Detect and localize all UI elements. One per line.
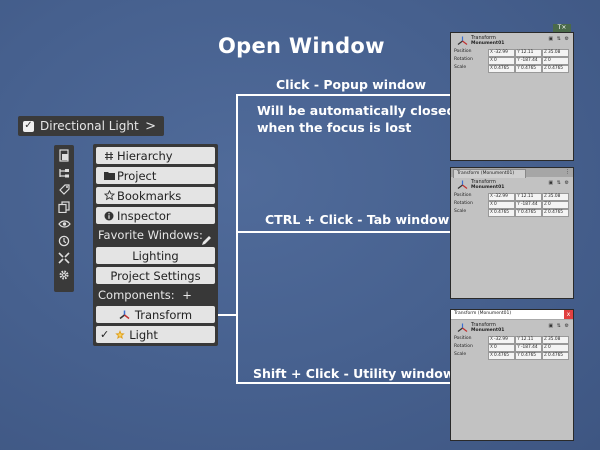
directional-light-header[interactable]: ✓ Directional Light > bbox=[18, 116, 164, 136]
hierarchy-label: Hierarchy bbox=[117, 148, 173, 163]
add-component-button[interactable]: + bbox=[182, 288, 192, 302]
chevron-right-icon[interactable]: > bbox=[145, 119, 156, 134]
object-name: Monument01 bbox=[471, 328, 505, 333]
visibility-icon[interactable] bbox=[56, 216, 72, 232]
scale-row: Scale X0.4765 Y0.4765 Z0.4765 bbox=[451, 208, 573, 217]
scale-y[interactable]: Y0.4765 bbox=[515, 351, 542, 360]
hierarchy-button[interactable]: Hierarchy bbox=[96, 147, 215, 164]
header-label: Directional Light bbox=[40, 119, 139, 133]
scale-row: Scale X0.4765 Y0.4765 Z0.4765 bbox=[451, 351, 573, 360]
light-label: Light bbox=[129, 327, 158, 342]
position-row: Position X-32.99 Y12.11 Z35.08 bbox=[451, 192, 573, 201]
rotation-row: Rotation X0 Y-187.44 Z0 bbox=[451, 343, 573, 352]
light-button[interactable]: ✓ Light bbox=[96, 326, 215, 343]
transform-icon bbox=[457, 36, 468, 48]
copy-icon[interactable] bbox=[56, 199, 72, 215]
transform-button[interactable]: Transform bbox=[96, 306, 215, 323]
tab-bar: Transform (Monument01) ⋮ bbox=[451, 168, 573, 178]
object-name: Monument01 bbox=[471, 41, 505, 46]
project-settings-label: Project Settings bbox=[110, 268, 201, 283]
rotation-row: Rotation X0 Y-187.44 Z0 bbox=[451, 56, 573, 65]
project-button[interactable]: Project bbox=[96, 167, 215, 184]
utility-title-bar: Transform (Monument01) x bbox=[451, 310, 573, 320]
position-row: Position X-32.99 Y12.11 Z35.08 bbox=[451, 335, 573, 344]
tab-window: Transform (Monument01) ⋮ Transform Monum… bbox=[450, 167, 574, 299]
scale-y[interactable]: Y0.4765 bbox=[515, 208, 542, 217]
info-icon bbox=[101, 209, 117, 223]
project-settings-button[interactable]: Project Settings bbox=[96, 267, 215, 284]
position-row: Position X-32.99 Y12.11 Z35.08 bbox=[451, 48, 573, 57]
folder-icon bbox=[101, 169, 117, 183]
hierarchy-icon[interactable] bbox=[56, 165, 72, 181]
history-icon[interactable] bbox=[56, 233, 72, 249]
hash-icon bbox=[101, 149, 117, 163]
bookmarks-label: Bookmarks bbox=[117, 188, 182, 203]
vertical-toolbar bbox=[54, 145, 74, 292]
window-menu: Hierarchy Project Bookmarks Inspector Fa… bbox=[93, 144, 218, 346]
rotation-row: Rotation X0 Y-187.44 Z0 bbox=[451, 200, 573, 209]
scale-y[interactable]: Y0.4765 bbox=[515, 64, 542, 73]
scale-x[interactable]: X0.4765 bbox=[488, 64, 515, 73]
connector-popup bbox=[236, 94, 451, 96]
inspector-button[interactable]: Inspector bbox=[96, 207, 215, 224]
lighting-label: Lighting bbox=[132, 248, 179, 263]
lighting-button[interactable]: Lighting bbox=[96, 247, 215, 264]
bookmarks-button[interactable]: Bookmarks bbox=[96, 187, 215, 204]
popup-window: Transform Monument01 ▣ ⇅ ⚙ Position X-32… bbox=[450, 32, 574, 161]
settings-icon[interactable] bbox=[56, 267, 72, 283]
light-checkbox[interactable]: ✓ bbox=[100, 328, 109, 341]
window-menu-icons[interactable]: ▣ ⇅ ⚙ bbox=[548, 180, 570, 186]
tags-icon[interactable] bbox=[56, 182, 72, 198]
connector-trunk bbox=[236, 94, 238, 383]
window-header: Transform Monument01 ▣ ⇅ ⚙ bbox=[451, 33, 573, 48]
star-icon bbox=[101, 189, 117, 203]
utility-caption: Shift + Click - Utility window bbox=[253, 366, 455, 381]
light-icon bbox=[114, 329, 126, 341]
scale-x[interactable]: X0.4765 bbox=[488, 351, 515, 360]
popup-caption: Click - Popup window bbox=[276, 77, 427, 92]
object-name: Monument01 bbox=[471, 185, 505, 190]
scale-z[interactable]: Z0.4765 bbox=[542, 208, 569, 217]
components-label: Components: + bbox=[98, 288, 192, 302]
transform-icon bbox=[119, 310, 130, 320]
transform-icon bbox=[457, 180, 468, 192]
project-label: Project bbox=[117, 168, 157, 183]
scene-icon[interactable] bbox=[56, 148, 72, 164]
tab-menu-icon[interactable]: ⋮ bbox=[565, 169, 570, 175]
window-header: Transform Monument01 ▣ ⇅ ⚙ bbox=[451, 177, 573, 192]
window-menu-icons[interactable]: ▣ ⇅ ⚙ bbox=[548, 36, 570, 42]
transform-label: Transform bbox=[134, 307, 193, 322]
connector-utility bbox=[236, 382, 451, 384]
utility-window: Transform (Monument01) x Transform Monum… bbox=[450, 309, 574, 441]
connector-tab bbox=[236, 231, 451, 233]
header-checkbox[interactable]: ✓ bbox=[23, 120, 34, 132]
scale-z[interactable]: Z0.4765 bbox=[542, 351, 569, 360]
popup-note: Will be automatically closed when the fo… bbox=[257, 103, 456, 135]
transform-icon bbox=[457, 323, 468, 335]
scale-row: Scale X0.4765 Y0.4765 Z0.4765 bbox=[451, 64, 573, 73]
scale-z[interactable]: Z0.4765 bbox=[542, 64, 569, 73]
inspector-label: Inspector bbox=[117, 208, 171, 223]
expand-icon[interactable] bbox=[56, 250, 72, 266]
connector-menu bbox=[218, 314, 237, 316]
window-header: Transform Monument01 ▣ ⇅ ⚙ bbox=[451, 320, 573, 335]
page-title: Open Window bbox=[218, 34, 385, 58]
close-icon[interactable]: x bbox=[564, 310, 573, 319]
window-menu-icons[interactable]: ▣ ⇅ ⚙ bbox=[548, 323, 570, 329]
scale-x[interactable]: X0.4765 bbox=[488, 208, 515, 217]
favorites-label: Favorite Windows: bbox=[98, 228, 203, 242]
popup-controls[interactable]: T× bbox=[553, 24, 571, 32]
utility-title: Transform (Monument01) bbox=[454, 311, 512, 316]
tab-caption: CTRL + Click - Tab window bbox=[265, 212, 450, 227]
